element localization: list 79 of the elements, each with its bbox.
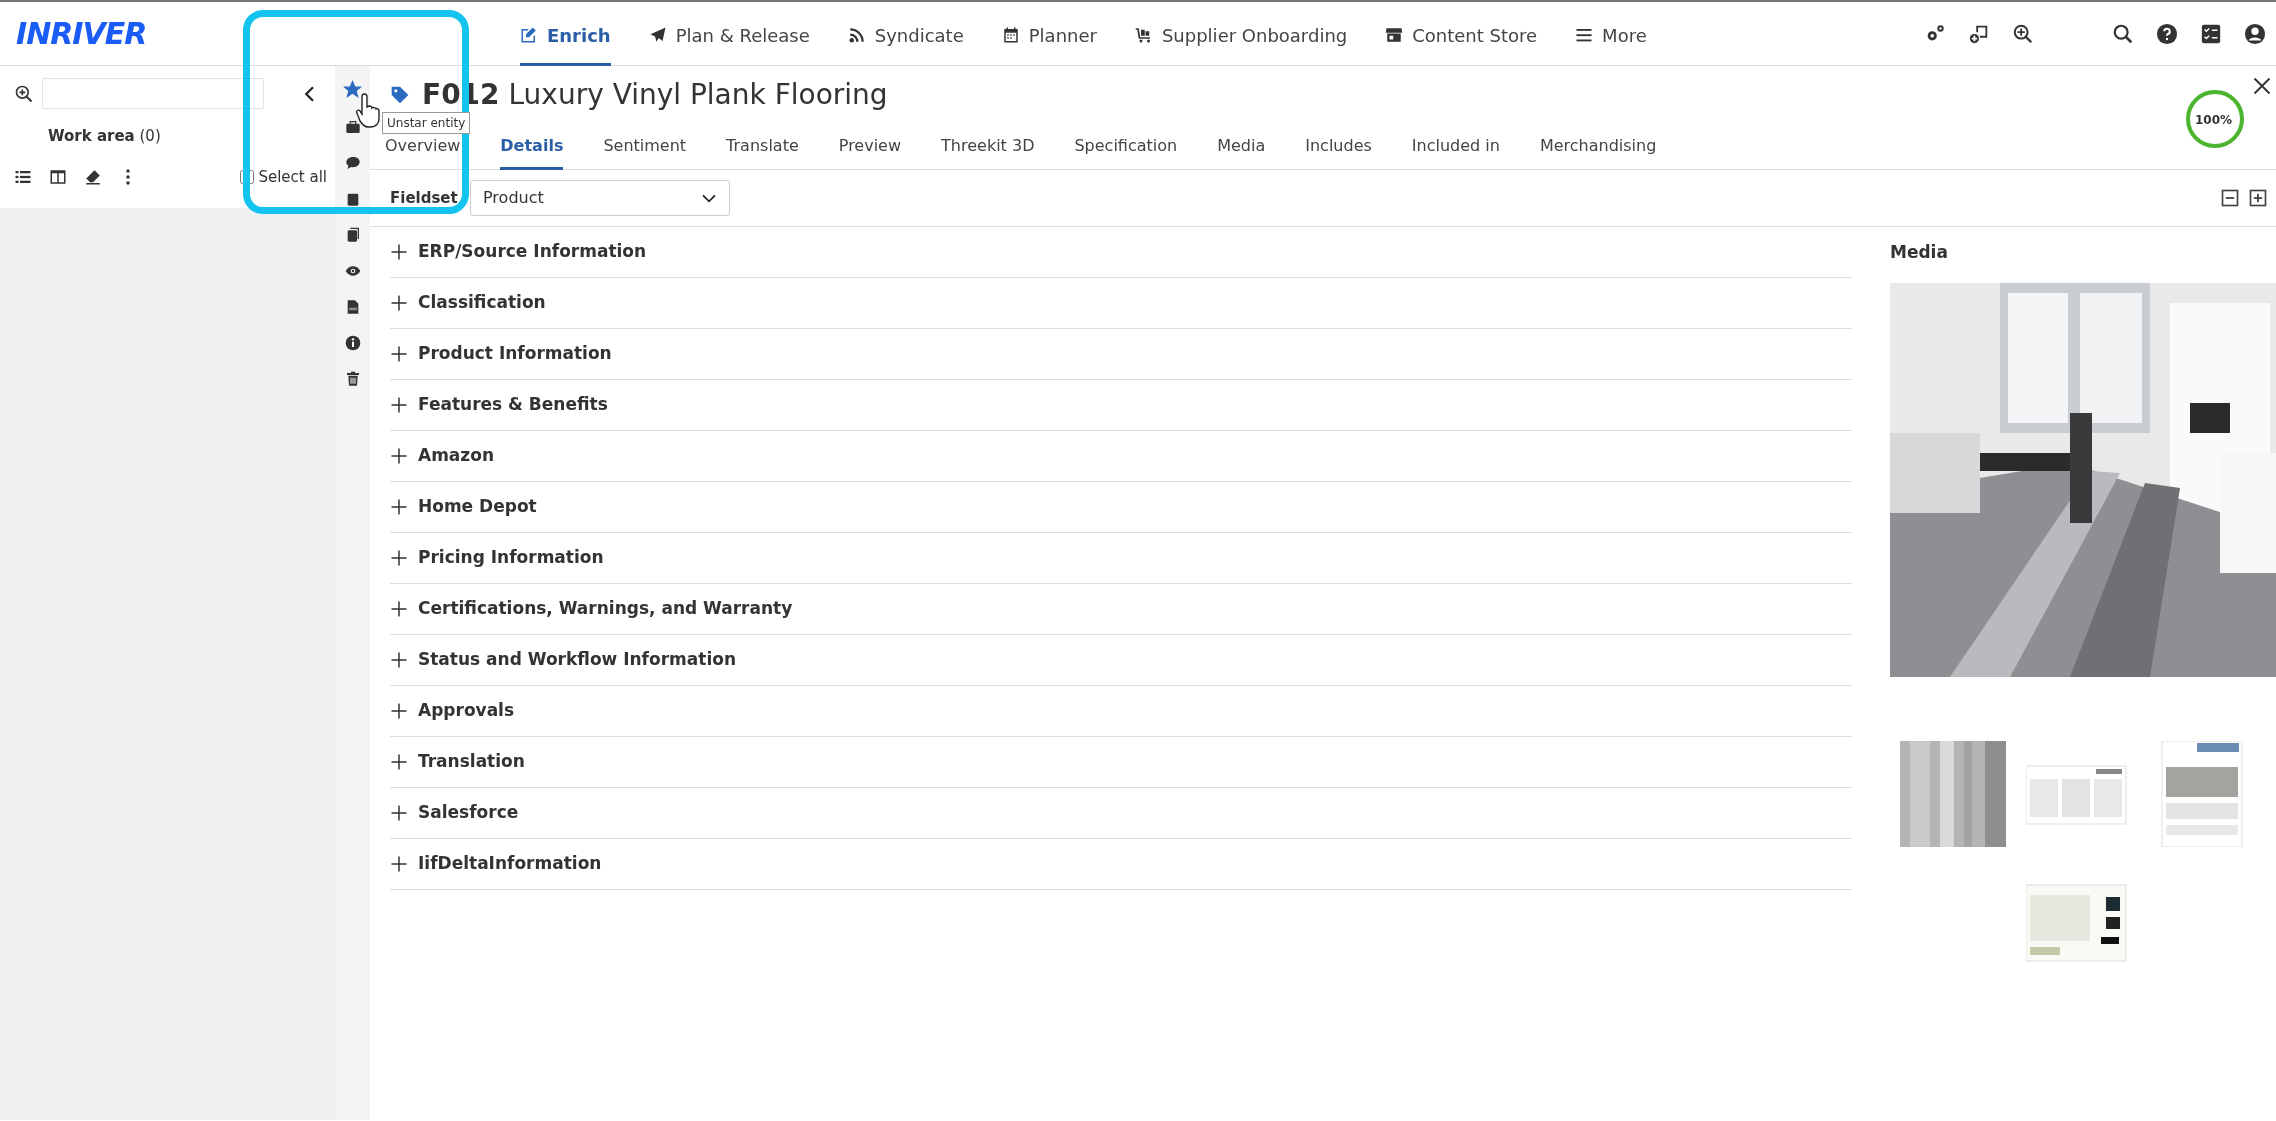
expand-all-icon[interactable] — [2248, 188, 2268, 208]
comment-icon[interactable] — [344, 155, 361, 171]
nav-tab[interactable]: Planner — [1001, 1, 1097, 66]
user-icon[interactable] — [2244, 22, 2266, 45]
info-icon[interactable] — [344, 335, 361, 351]
eraser-icon[interactable] — [84, 167, 102, 186]
checklist-icon[interactable] — [2200, 22, 2222, 45]
help-icon[interactable] — [2156, 22, 2178, 45]
cart-icon — [1134, 26, 1153, 44]
section-header[interactable]: ERP/Source Information — [390, 227, 1852, 278]
plus-icon — [390, 396, 408, 414]
nav-tab[interactable]: Content Store — [1385, 1, 1538, 66]
plus-icon — [390, 702, 408, 720]
tab[interactable]: Merchandising — [1539, 124, 1657, 170]
section-header[interactable]: Features & Benefits — [390, 380, 1852, 431]
tab[interactable]: Specification — [1074, 124, 1178, 170]
nav-tab[interactable]: Syndicate — [847, 1, 964, 66]
work-area-label: Work area (0) — [48, 127, 161, 145]
plus-icon — [390, 651, 408, 669]
select-all-checkbox[interactable] — [240, 169, 255, 184]
rss-icon — [847, 26, 866, 44]
paper-plane-icon — [648, 26, 667, 44]
completeness-ring — [2184, 88, 2246, 150]
store-icon — [1385, 26, 1404, 44]
plus-icon — [390, 447, 408, 465]
nav-tab[interactable]: Plan & Release — [648, 1, 810, 66]
fieldset-label: Fieldset — [390, 187, 459, 209]
plus-icon — [390, 294, 408, 312]
tab[interactable]: Included in — [1411, 124, 1500, 170]
collapse-all-icon[interactable] — [2220, 188, 2240, 208]
section-header[interactable]: Home Depot — [390, 482, 1852, 533]
section-header[interactable]: Approvals — [390, 686, 1852, 737]
media-title: Media — [1890, 240, 1948, 264]
section-header[interactable]: Amazon — [390, 431, 1852, 482]
plus-icon — [390, 549, 408, 567]
section-header[interactable]: Product Information — [390, 329, 1852, 380]
nav-tab[interactable]: Supplier Onboarding — [1134, 1, 1348, 66]
nav-tab[interactable]: More — [1575, 1, 1647, 66]
section-header[interactable]: Salesforce — [390, 788, 1852, 839]
tab[interactable]: Includes — [1305, 124, 1372, 170]
plus-icon — [390, 804, 408, 822]
section-header[interactable]: Status and Workflow Information — [390, 635, 1852, 686]
edit-icon — [520, 26, 538, 44]
select-all-label: Select all — [258, 166, 327, 188]
search-field[interactable] — [42, 78, 264, 109]
plus-icon — [390, 855, 408, 873]
trash-icon[interactable] — [344, 371, 361, 387]
tab[interactable]: Details — [500, 124, 564, 170]
plus-icon — [390, 600, 408, 618]
completeness-value: 100% — [2195, 112, 2233, 129]
search-icon[interactable] — [2112, 22, 2134, 45]
plus-icon — [390, 345, 408, 363]
briefcase-icon[interactable] — [344, 119, 361, 135]
section-header[interactable]: Translation — [390, 737, 1852, 788]
fieldset-select[interactable]: Product — [470, 180, 730, 216]
tooltip: Unstar entity — [382, 112, 471, 134]
tag-icon — [390, 85, 410, 105]
section-header[interactable]: Classification — [390, 278, 1852, 329]
nav-tab[interactable]: Enrich — [520, 1, 611, 66]
close-icon[interactable] — [2252, 76, 2272, 96]
tab[interactable]: Threekit 3D — [941, 124, 1035, 170]
section-header[interactable]: Certifications, Warnings, and Warranty — [390, 584, 1852, 635]
eye-icon[interactable] — [344, 263, 361, 279]
tab[interactable]: Media — [1217, 124, 1266, 170]
split-view-icon[interactable] — [49, 167, 67, 186]
tab[interactable]: Sentiment — [603, 124, 687, 170]
tab[interactable]: Translate — [726, 124, 799, 170]
plus-icon — [390, 498, 408, 516]
zoom-in-icon — [14, 83, 34, 104]
tab[interactable]: Preview — [838, 124, 902, 170]
section-header[interactable]: IifDeltaInformation — [390, 839, 1852, 890]
zoom-in-icon[interactable] — [2012, 22, 2034, 45]
plus-icon — [390, 753, 408, 771]
star-icon[interactable] — [343, 80, 362, 99]
section-header[interactable]: Pricing Information — [390, 533, 1852, 584]
plus-icon — [390, 243, 408, 261]
menu-icon — [1575, 26, 1594, 44]
calendar-icon — [1001, 26, 1020, 44]
logo: INRIVER — [16, 16, 147, 51]
